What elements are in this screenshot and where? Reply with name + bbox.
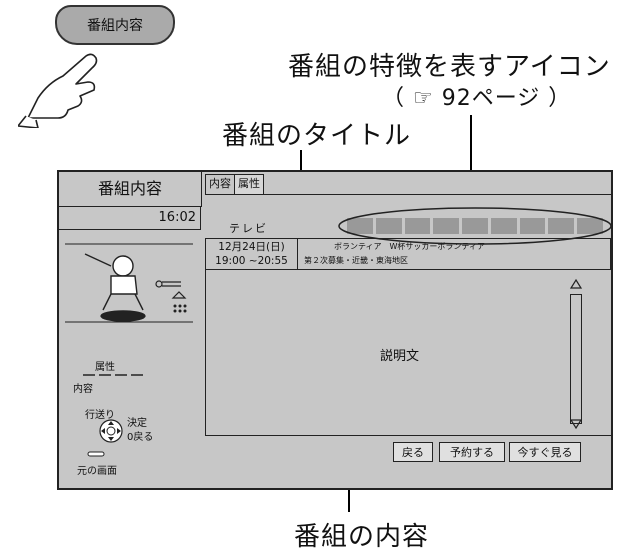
program-info-key: 番組内容 xyxy=(55,5,175,45)
left-panel: 属性 内容 行送り 決定 0戻る 元の画面 xyxy=(59,230,201,490)
tab-attribute[interactable]: 属性 xyxy=(234,174,264,194)
icon-page-reference: （ ☞ 92ページ ） xyxy=(382,86,572,111)
description-text: 説明文 xyxy=(380,349,420,364)
scrollbar[interactable] xyxy=(570,294,582,424)
icon-highlight-ellipse xyxy=(338,207,612,245)
content-callout: 番組の内容 xyxy=(294,522,430,552)
legend-home: 元の画面 xyxy=(77,466,117,477)
pointing-hand-icon xyxy=(18,53,98,128)
watch-now-button[interactable]: 今すぐ見る xyxy=(509,442,581,462)
back-button[interactable]: 戻る xyxy=(393,442,433,462)
clock-time: 16:02 xyxy=(59,206,201,230)
scroll-up-icon[interactable] xyxy=(569,278,583,290)
scroll-down-icon[interactable] xyxy=(569,418,583,430)
legend-back: 0戻る xyxy=(127,432,154,443)
program-time: 19:00 ~20:55 xyxy=(215,255,288,267)
title-callout: 番組のタイトル xyxy=(222,121,412,151)
program-datetime: 12月24日(日) 19:00 ~20:55 xyxy=(206,239,298,269)
legend-ok: 決定 xyxy=(127,418,147,429)
legend-attribute: 属性 xyxy=(95,362,115,373)
dpad-icon xyxy=(99,419,123,443)
home-key-icon xyxy=(87,451,105,457)
tab-bar: 内容 属性 xyxy=(205,174,611,195)
icon-callout: 番組の特徴を表すアイコン xyxy=(288,52,611,82)
screen-title: 番組内容 xyxy=(59,172,202,207)
legend-content: 内容 xyxy=(73,384,93,395)
program-info-key-label: 番組内容 xyxy=(87,18,143,34)
channel-name: テレビ xyxy=(229,222,268,235)
legend-dash-bar xyxy=(83,374,143,376)
tab-content[interactable]: 内容 xyxy=(205,174,235,194)
program-title-line2: 第２次募集・近畿・東海地区 xyxy=(304,256,408,265)
baseball-mascot-icon xyxy=(65,243,193,323)
program-date: 12月24日(日) xyxy=(218,241,285,253)
description-area: 説明文 xyxy=(205,270,611,436)
reserve-button[interactable]: 予約する xyxy=(439,442,505,462)
